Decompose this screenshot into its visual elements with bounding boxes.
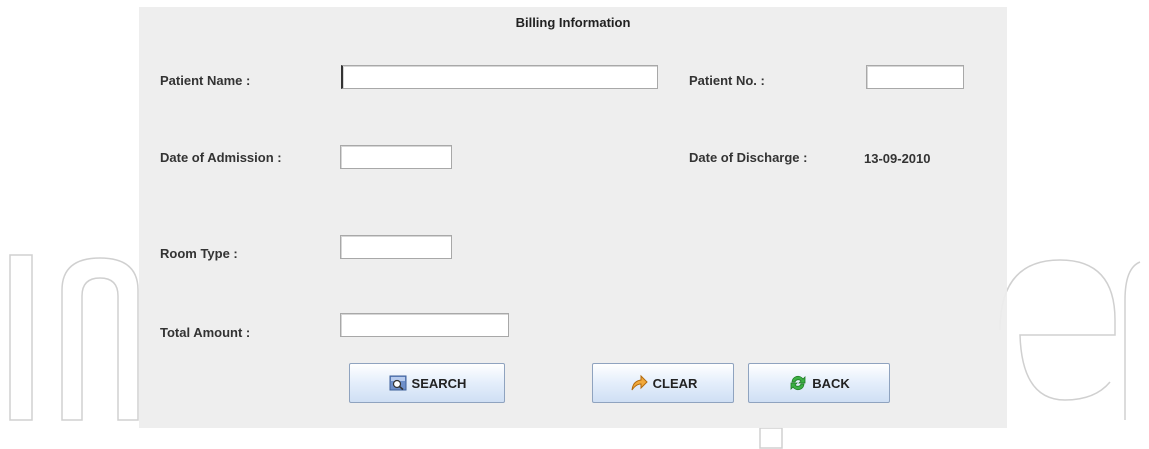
back-button[interactable]: BACK — [748, 363, 890, 403]
back-button-label: BACK — [812, 375, 850, 391]
room-type-label: Room Type : — [160, 246, 238, 261]
room-type-input[interactable] — [340, 235, 452, 259]
patient-name-label: Patient Name : — [160, 73, 251, 88]
search-button[interactable]: SEARCH — [349, 363, 505, 403]
refresh-icon — [788, 373, 808, 393]
patient-no-label: Patient No. : — [689, 73, 765, 88]
total-amount-input[interactable] — [340, 313, 509, 337]
clear-button-label: CLEAR — [652, 375, 698, 391]
form-title: Billing Information — [515, 15, 631, 30]
clear-arrow-icon — [629, 373, 649, 393]
search-button-label: SEARCH — [411, 375, 467, 391]
patient-no-input[interactable] — [866, 65, 964, 89]
total-amount-label: Total Amount : — [160, 325, 251, 340]
search-icon — [388, 373, 408, 393]
billing-panel: Billing Information Patient Name : Patie… — [139, 7, 1007, 428]
admission-date-input[interactable] — [340, 145, 452, 169]
discharge-date-value: 13-09-2010 — [864, 151, 931, 166]
admission-date-label: Date of Admission : — [160, 150, 282, 165]
discharge-date-label: Date of Discharge : — [689, 150, 808, 165]
patient-name-input[interactable] — [341, 65, 658, 89]
clear-button[interactable]: CLEAR — [592, 363, 734, 403]
